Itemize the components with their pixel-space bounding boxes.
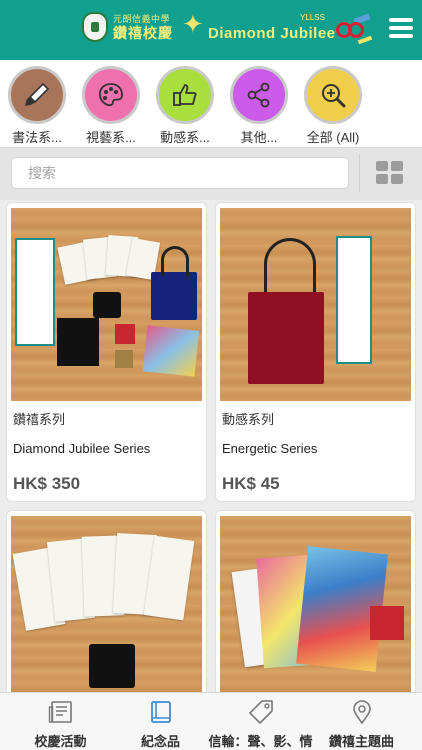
category-label: 書法系...	[12, 130, 62, 145]
share-icon	[230, 66, 288, 124]
app-root: 元朗信義中學 鑽禧校慶 ✦ Diamond Jubilee YLLSS 書法系.…	[0, 0, 422, 750]
product-name: Diamond Jubilee Series	[13, 441, 151, 456]
product-image	[11, 208, 202, 401]
nav-events[interactable]: 校慶活動	[8, 693, 113, 750]
category-label: 全部 (All)	[306, 130, 360, 145]
mug-image	[93, 292, 121, 318]
app-header: 元朗信義中學 鑽禧校慶 ✦ Diamond Jubilee YLLSS	[0, 0, 422, 60]
mug-image	[89, 644, 135, 688]
category-all[interactable]: 全部 (All)	[302, 66, 364, 146]
search-bar-row	[0, 148, 422, 200]
scarf-image	[336, 236, 372, 364]
product-card[interactable]	[6, 510, 207, 710]
nav-souvenirs[interactable]: 紀念品	[108, 693, 213, 750]
category-label: 視藝系...	[86, 130, 136, 145]
tote-bag-image	[151, 272, 197, 320]
product-image	[220, 516, 411, 709]
star-icon: ✦	[182, 9, 204, 39]
product-price: HK$ 350	[13, 474, 81, 493]
category-calligraphy[interactable]: 書法系...	[6, 66, 68, 146]
tote-bag-image	[248, 292, 324, 384]
hamburger-menu-icon[interactable]	[389, 18, 413, 40]
product-card[interactable]: 鑽禧系列 Diamond Jubilee Series HK$ 350	[6, 202, 207, 502]
category-strip: 書法系... 視藝系... 動感系... 其他... 全部 (All)	[0, 60, 422, 148]
book-icon	[151, 701, 171, 723]
brush-icon	[8, 66, 66, 124]
search-input[interactable]	[11, 157, 349, 189]
nav-label: 校慶活動	[34, 734, 87, 749]
category-others[interactable]: 其他...	[228, 66, 290, 146]
divider	[359, 154, 360, 192]
category-visual-arts[interactable]: 視藝系...	[80, 66, 142, 146]
product-series: 動感系列	[222, 412, 275, 427]
grid-view-icon[interactable]	[376, 161, 404, 185]
search-icon	[304, 66, 362, 124]
location-pin-icon	[353, 700, 371, 725]
product-image	[11, 516, 202, 709]
bottom-nav: 校慶活動 紀念品 信輪：聲、影、情 鑽禧主題曲	[0, 692, 422, 750]
jubilee-title: Diamond Jubilee	[208, 25, 336, 42]
t-shirt-image	[57, 318, 99, 366]
school-crest-icon	[82, 12, 108, 42]
nav-media[interactable]: 信輪：聲、影、情	[208, 693, 313, 750]
school-abbr: YLLSS	[300, 13, 325, 22]
category-label: 其他...	[240, 130, 278, 145]
jubilee-banner: 元朗信義中學 鑽禧校慶 ✦ Diamond Jubilee YLLSS	[82, 8, 373, 52]
product-price: HK$ 45	[222, 474, 280, 493]
product-name: Energetic Series	[222, 441, 318, 456]
category-energetic[interactable]: 動感系...	[154, 66, 216, 146]
thumbs-up-icon	[156, 66, 214, 124]
category-label: 動感系...	[160, 130, 210, 145]
tag-icon	[249, 700, 273, 724]
product-card[interactable]: 動感系列 Energetic Series HK$ 45	[215, 202, 416, 502]
nav-theme-song[interactable]: 鑽禧主題曲	[309, 693, 414, 750]
nav-label: 信輪：聲、影、情	[208, 734, 313, 749]
nav-label: 鑽禧主題曲	[328, 734, 394, 749]
palette-icon	[82, 66, 140, 124]
product-series: 鑽禧系列	[13, 412, 66, 427]
newspaper-icon	[48, 701, 72, 723]
product-card[interactable]	[215, 510, 416, 710]
product-image	[220, 208, 411, 401]
scarf-image	[15, 238, 55, 346]
school-name-big: 鑽禧校慶	[113, 25, 173, 41]
sixty-logo-icon	[336, 13, 373, 46]
nav-label: 紀念品	[140, 734, 180, 749]
